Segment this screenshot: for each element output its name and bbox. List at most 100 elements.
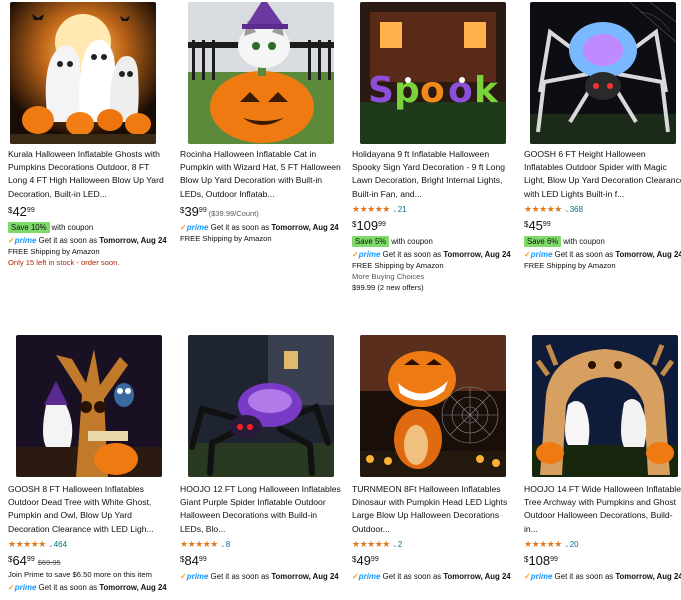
check-icon: ✓ [524, 249, 531, 259]
review-count-link[interactable]: 20 [570, 540, 579, 549]
delivery-text: Get it as soon as [382, 249, 442, 259]
check-icon: ✓ [8, 582, 15, 592]
rating-row[interactable]: ★★★★★ ⌄2 [352, 538, 514, 550]
delivery-text: Get it as soon as [38, 235, 98, 245]
prime-logo: prime [530, 249, 553, 259]
product-image-spooky-sign[interactable]: S p o o k [360, 2, 506, 144]
prime-delivery: ✓prime Get it as soon as Tomorrow, Aug 2… [524, 571, 681, 582]
price-whole: 64 [12, 552, 27, 568]
price-whole: 109 [356, 217, 379, 233]
product-price: $3999 ($39.99/Count) [180, 204, 342, 220]
price-currency: $ [352, 554, 357, 564]
price-whole: 49 [356, 552, 371, 568]
product-price: $10899 [524, 553, 681, 569]
prime-logo: prime [14, 582, 37, 592]
coupon-row[interactable]: Save 10% with coupon [8, 221, 170, 233]
delivery-date: Tomorrow, Aug 24 [99, 235, 167, 245]
search-results-grid: Kurala Halloween Inflatable Ghosts with … [0, 0, 681, 600]
svg-text:S: S [368, 70, 394, 111]
product-title-link[interactable]: GOOSH 6 FT Height Halloween Inflatables … [524, 148, 681, 201]
product-image-tree-archway[interactable] [532, 335, 678, 477]
review-count-link[interactable]: 2 [398, 540, 402, 549]
prime-logo: prime [14, 235, 37, 245]
product-title-link[interactable]: HOOJO 14 FT Wide Halloween Inflatables T… [524, 483, 681, 536]
product-image-dinosaur-pumpkin[interactable] [360, 335, 506, 477]
delivery-date: Tomorrow, Aug 24 [615, 249, 681, 259]
more-buying-choices: More Buying Choices [352, 271, 425, 281]
delivery-date: Tomorrow, Aug 24 [443, 249, 511, 259]
star-rating[interactable]: ★★★★★ [180, 539, 218, 549]
review-count-link[interactable]: 8 [226, 540, 230, 549]
product-image-ghosts-pumpkins[interactable] [10, 2, 156, 144]
price-fraction: 99 [550, 555, 558, 563]
shipping-info: FREE Shipping by Amazon [180, 233, 272, 243]
review-count-link[interactable]: 464 [54, 540, 67, 549]
product-price: $4999 [352, 553, 514, 569]
delivery-date: Tomorrow, Aug 24 [443, 571, 511, 581]
other-offers-link[interactable]: $99.99 (2 new offers) [352, 282, 514, 293]
coupon-text: with coupon [51, 222, 94, 232]
price-fraction: 99 [370, 555, 379, 563]
star-rating[interactable]: ★★★★★ [8, 539, 46, 549]
product-title-link[interactable]: GOOSH 8 FT Halloween Inflatables Outdoor… [8, 483, 170, 536]
price-currency: $ [8, 554, 13, 564]
delivery-text: Get it as soon as [38, 582, 98, 592]
review-count-link[interactable]: 368 [570, 205, 583, 214]
star-rating[interactable]: ★★★★★ [352, 539, 390, 549]
product-title-link[interactable]: Holidayana 9 ft Inflatable Halloween Spo… [352, 148, 514, 201]
coupon-badge[interactable]: Save 5% [352, 235, 390, 247]
rating-row[interactable]: ★★★★★ ⌄8 [180, 538, 342, 550]
product-title-link[interactable]: Rocinha Halloween Inflatable Cat in Pump… [180, 148, 342, 201]
coupon-row[interactable]: Save 5% with coupon [352, 235, 514, 247]
coupon-text: with coupon [391, 236, 433, 246]
price-currency: $ [8, 205, 13, 215]
prime-delivery: ✓prime Get it as soon as Tomorrow, Aug 2… [8, 235, 170, 246]
star-rating[interactable]: ★★★★★ [352, 204, 390, 214]
product-price: $6499 $69.95 [8, 553, 170, 569]
product-image-cat-pumpkin[interactable] [188, 2, 334, 144]
coupon-row[interactable]: Save 6% with coupon [524, 235, 681, 247]
check-icon: ✓ [180, 571, 187, 581]
coupon-badge[interactable]: Save 6% [524, 235, 562, 247]
delivery-date: Tomorrow, Aug 24 [615, 571, 681, 581]
rating-row[interactable]: ★★★★★ ⌄464 [8, 538, 170, 550]
price-fraction: 99 [198, 206, 207, 214]
coupon-text: with coupon [563, 236, 605, 246]
prime-logo: prime [530, 571, 553, 581]
product-title-link[interactable]: Kurala Halloween Inflatable Ghosts with … [8, 148, 170, 201]
delivery-text: Get it as soon as [382, 571, 442, 581]
product-price: $10999 [352, 218, 514, 234]
price-fraction: 99 [26, 555, 35, 563]
price-fraction: 99 [198, 555, 207, 563]
prime-delivery: ✓prime Get it as soon as Tomorrow, Aug 2… [352, 249, 514, 260]
price-currency: $ [180, 554, 185, 564]
list-price: $69.95 [37, 557, 61, 567]
star-rating[interactable]: ★★★★★ [524, 539, 562, 549]
product-price: $8499 [180, 553, 342, 569]
join-prime-offer: Join Prime to save $6.50 more on this it… [8, 569, 152, 579]
prime-delivery: ✓prime Get it as soon as Tomorrow, Aug 2… [8, 582, 170, 593]
product-image-spider-magic-light[interactable] [530, 2, 676, 144]
rating-row[interactable]: ★★★★★ ⌄20 [524, 538, 681, 550]
star-rating[interactable]: ★★★★★ [524, 204, 562, 214]
check-icon: ✓ [524, 571, 531, 581]
prime-logo: prime [186, 222, 209, 232]
price-whole: 84 [184, 552, 199, 568]
product-image-dead-tree[interactable] [16, 335, 162, 477]
rating-row[interactable]: ★★★★★ ⌄21 [352, 203, 514, 215]
product-title-link[interactable]: TURNMEON 8Ft Halloween Inflatables Dinos… [352, 483, 514, 536]
coupon-badge[interactable]: Save 10% [8, 221, 50, 233]
rating-row[interactable]: ★★★★★ ⌄368 [524, 203, 681, 215]
svg-text:p: p [394, 70, 420, 111]
unit-price: ($39.99/Count) [208, 208, 259, 218]
product-title-link[interactable]: HOOJO 12 FT Long Halloween Inflatables G… [180, 483, 342, 536]
check-icon: ✓ [352, 249, 359, 259]
shipping-info: FREE Shipping by Amazon [8, 246, 100, 256]
check-icon: ✓ [352, 571, 359, 581]
review-count-link[interactable]: 21 [398, 205, 407, 214]
product-image-purple-spider[interactable] [188, 335, 334, 477]
delivery-text: Get it as soon as [210, 571, 270, 581]
delivery-date: Tomorrow, Aug 24 [99, 582, 167, 592]
svg-text:k: k [474, 70, 499, 111]
check-icon: ✓ [8, 235, 15, 245]
